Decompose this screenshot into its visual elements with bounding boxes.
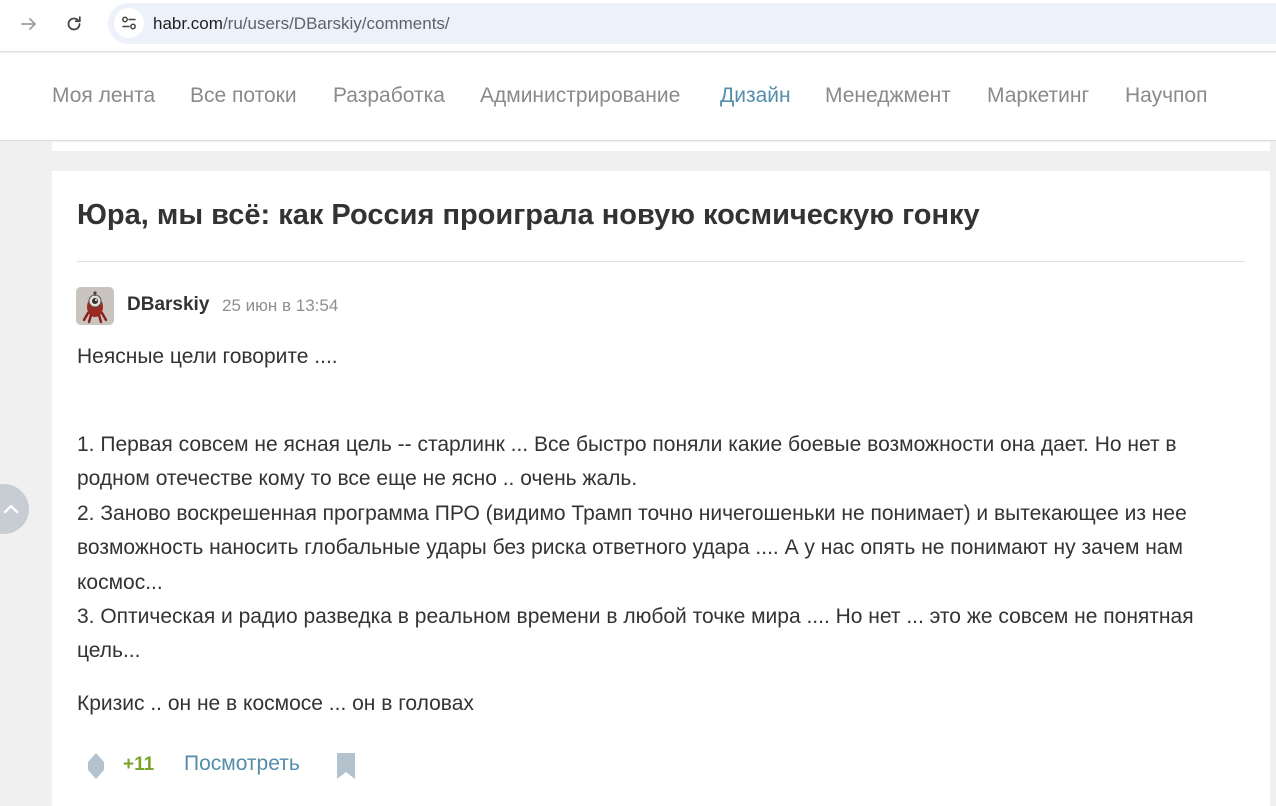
diamond-icon <box>88 753 104 779</box>
browser-toolbar: habr.com/ru/users/DBarskiy/comments/ <box>0 0 1276 52</box>
view-comment-link[interactable]: Посмотреть <box>184 752 300 776</box>
list-item: 3. Оптическая и радио разведка в реально… <box>77 605 1194 663</box>
comment-list: 1. Первая совсем не ясная цель -- старли… <box>77 428 1252 669</box>
arrow-right-icon <box>21 18 36 30</box>
comment-author[interactable]: DBarskiy <box>127 294 209 316</box>
url-path: /ru/users/DBarskiy/comments/ <box>222 14 450 33</box>
nav-item-management[interactable]: Менеджмент <box>825 84 951 108</box>
tune-icon <box>122 16 136 30</box>
comment-footer: +11 Посмотреть <box>77 749 677 783</box>
nav-item-marketing[interactable]: Маркетинг <box>987 84 1089 108</box>
post-title-link[interactable]: Юра, мы всё: как Россия проиграла новую … <box>77 199 980 232</box>
list-item: 2. Заново воскрешенная программа ПРО (ви… <box>77 501 1187 594</box>
nav-item-popsci[interactable]: Научпоп <box>1125 84 1207 108</box>
comment-score: +11 <box>123 754 155 775</box>
reload-button[interactable] <box>58 8 90 40</box>
nav-item-my-feed[interactable]: Моя лента <box>52 84 155 108</box>
site-info-button[interactable] <box>114 8 144 38</box>
nav-item-all-flows[interactable]: Все потоки <box>190 84 297 108</box>
bookmark-icon <box>337 753 355 779</box>
comment-paragraph: Кризис .. он не в космосе ... он в голов… <box>77 692 474 715</box>
url-text: habr.com/ru/users/DBarskiy/comments/ <box>153 14 450 34</box>
previous-card-bottom <box>52 142 1270 151</box>
list-item: 1. Первая совсем не ясная цель -- старли… <box>77 433 1177 491</box>
url-host: habr.com <box>153 14 223 33</box>
nav-item-develop[interactable]: Разработка <box>333 84 445 108</box>
nav-item-admin[interactable]: Администрирование <box>480 84 680 108</box>
bookmark-button[interactable] <box>335 752 357 785</box>
divider <box>77 261 1245 262</box>
user-avatar-icon <box>76 287 114 325</box>
avatar[interactable] <box>76 287 114 325</box>
habr-flows-nav: Моя лента Все потоки Разработка Админист… <box>0 53 1276 141</box>
forward-button[interactable] <box>13 8 45 40</box>
address-bar[interactable]: habr.com/ru/users/DBarskiy/comments/ <box>108 3 1276 44</box>
comment-timestamp[interactable]: 25 июн в 13:54 <box>222 296 338 316</box>
reload-icon <box>67 16 81 31</box>
vote-button[interactable] <box>86 752 106 785</box>
comment-paragraph: Неясные цели говорите .... <box>77 345 338 368</box>
scroll-to-top-button[interactable] <box>0 484 29 534</box>
chevron-up-icon <box>3 504 19 514</box>
comment-card: Юра, мы всё: как Россия проиграла новую … <box>52 171 1270 806</box>
nav-item-design[interactable]: Дизайн <box>720 84 791 108</box>
